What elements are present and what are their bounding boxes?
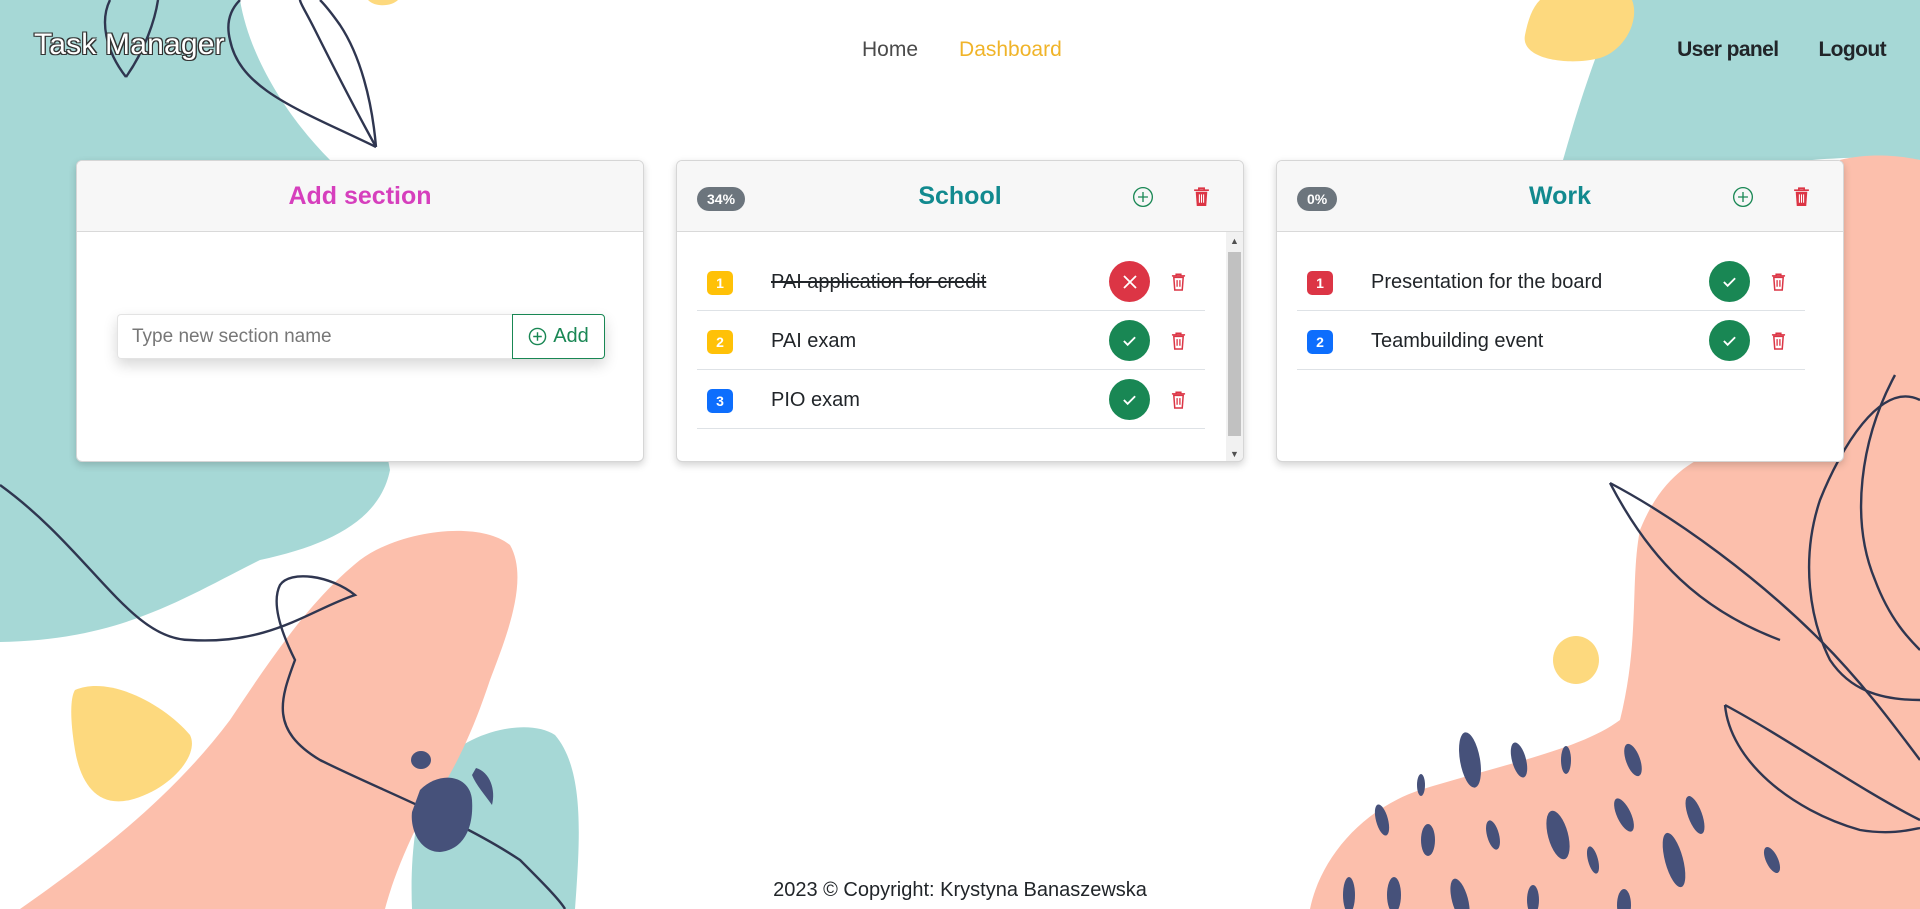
nav-center: Home Dashboard: [862, 38, 1062, 62]
add-section-card: Add section Add: [76, 160, 644, 462]
add-section-button[interactable]: Add: [512, 314, 605, 359]
task-list: 1 PAI application for credit 2 PAI exam …: [697, 252, 1205, 429]
add-section-title: Add section: [288, 182, 432, 210]
task-number-badge: 3: [707, 389, 733, 413]
task-text: PAI exam: [771, 330, 857, 352]
delete-section-button[interactable]: [1187, 183, 1215, 211]
plus-circle-icon: [1732, 186, 1754, 208]
scroll-thumb[interactable]: [1228, 252, 1241, 436]
undo-task-button[interactable]: [1109, 261, 1150, 302]
plus-circle-icon: [528, 327, 547, 346]
task-text: Teambuilding event: [1371, 330, 1544, 352]
complete-task-button[interactable]: [1109, 379, 1150, 420]
yellow-dot-right: [1553, 636, 1599, 684]
task-number-badge: 1: [1307, 271, 1333, 295]
delete-task-button[interactable]: [1167, 329, 1189, 353]
delete-task-button[interactable]: [1167, 388, 1189, 412]
scroll-down-arrow-icon[interactable]: ▼: [1226, 445, 1243, 461]
nav-link-home[interactable]: Home: [862, 38, 918, 62]
footer-copyright: 2023 © Copyright: Krystyna Banaszewska: [773, 879, 1147, 901]
card-header: 0% Work: [1277, 161, 1843, 232]
trash-icon: [1171, 391, 1185, 409]
yellow-blob-left: [71, 686, 192, 802]
task-number-badge: 2: [1307, 330, 1333, 354]
add-button-label: Add: [553, 325, 589, 347]
add-task-button[interactable]: [1129, 183, 1157, 211]
card-header: Add section: [77, 161, 643, 232]
complete-task-button[interactable]: [1109, 320, 1150, 361]
task-text: Presentation for the board: [1371, 271, 1603, 293]
check-icon: [1723, 277, 1736, 287]
task-text: PAI application for credit: [771, 271, 987, 293]
complete-task-button[interactable]: [1709, 320, 1750, 361]
nav-link-user-panel[interactable]: User panel: [1677, 38, 1779, 62]
trash-icon: [1171, 273, 1185, 291]
scroll-up-arrow-icon[interactable]: ▲: [1226, 232, 1243, 249]
section-card-school: 34% School 1 PAI application for credit …: [676, 160, 1244, 462]
navy-petal-small: [411, 751, 431, 769]
task-row: 3 PIO exam: [697, 370, 1205, 429]
section-title: School: [918, 182, 1002, 210]
task-row: 1 PAI application for credit: [697, 252, 1205, 311]
task-text: PIO exam: [771, 389, 860, 411]
complete-task-button[interactable]: [1709, 261, 1750, 302]
brand-logo[interactable]: Task Manager: [34, 28, 225, 62]
add-task-button[interactable]: [1729, 183, 1757, 211]
task-row: 2 Teambuilding event: [1297, 311, 1805, 370]
delete-task-button[interactable]: [1767, 329, 1789, 353]
section-title: Work: [1528, 182, 1592, 210]
nav-link-logout[interactable]: Logout: [1818, 38, 1886, 62]
trash-icon: [1193, 187, 1209, 206]
trash-icon: [1171, 332, 1185, 350]
trash-icon: [1771, 273, 1785, 291]
check-icon: [1123, 395, 1136, 405]
card-header: 34% School: [677, 161, 1243, 232]
delete-task-button[interactable]: [1167, 270, 1189, 294]
section-name-input[interactable]: [117, 314, 512, 359]
task-number-badge: 2: [707, 330, 733, 354]
navbar: Task Manager Home Dashboard User panel L…: [0, 0, 1920, 100]
trash-icon: [1793, 187, 1809, 206]
trash-icon: [1771, 332, 1785, 350]
nav-link-dashboard[interactable]: Dashboard: [959, 38, 1062, 62]
task-row: 2 PAI exam: [697, 311, 1205, 370]
add-section-form: Add: [117, 314, 605, 359]
check-icon: [1723, 336, 1736, 346]
task-list: 1 Presentation for the board 2 Teambuild…: [1297, 252, 1805, 370]
task-number-badge: 1: [707, 271, 733, 295]
scrollbar[interactable]: ▲ ▼: [1226, 232, 1243, 461]
task-row: 1 Presentation for the board: [1297, 252, 1805, 311]
delete-task-button[interactable]: [1767, 270, 1789, 294]
plus-circle-icon: [1132, 186, 1154, 208]
section-card-work: 0% Work 1 Presentation for the board 2 T…: [1276, 160, 1844, 462]
check-icon: [1123, 336, 1136, 346]
x-icon: [1122, 274, 1137, 289]
nav-right: User panel Logout: [1677, 38, 1887, 62]
delete-section-button[interactable]: [1787, 183, 1815, 211]
